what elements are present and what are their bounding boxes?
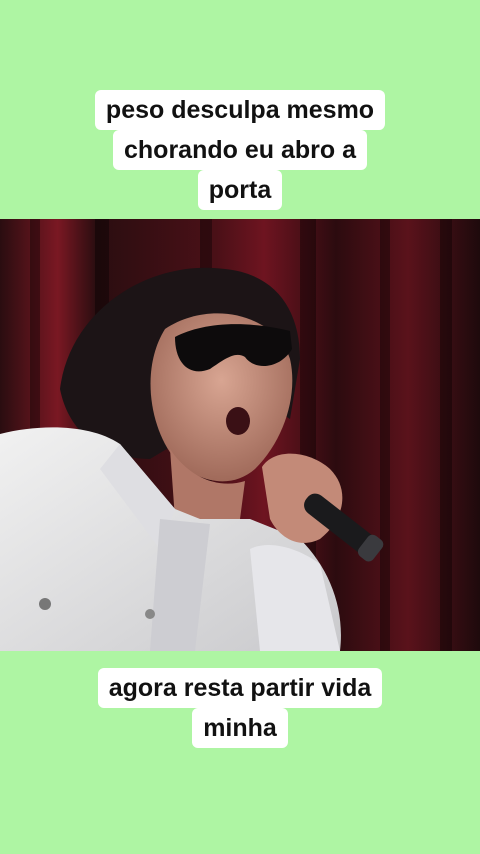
singer-photo [0,219,480,651]
top-caption-line-1: peso desculpa mesmo [94,90,386,130]
video-frame[interactable] [0,219,480,651]
top-caption-line-3: porta [197,170,283,210]
top-caption-line-2: chorando eu abro a [113,130,367,170]
bottom-caption-line-2: minha [192,708,288,748]
bottom-caption: agora resta partir vida minha [0,668,480,748]
top-caption: peso desculpa mesmo chorando eu abro a p… [0,90,480,210]
bottom-caption-line-1: agora resta partir vida [97,668,383,708]
